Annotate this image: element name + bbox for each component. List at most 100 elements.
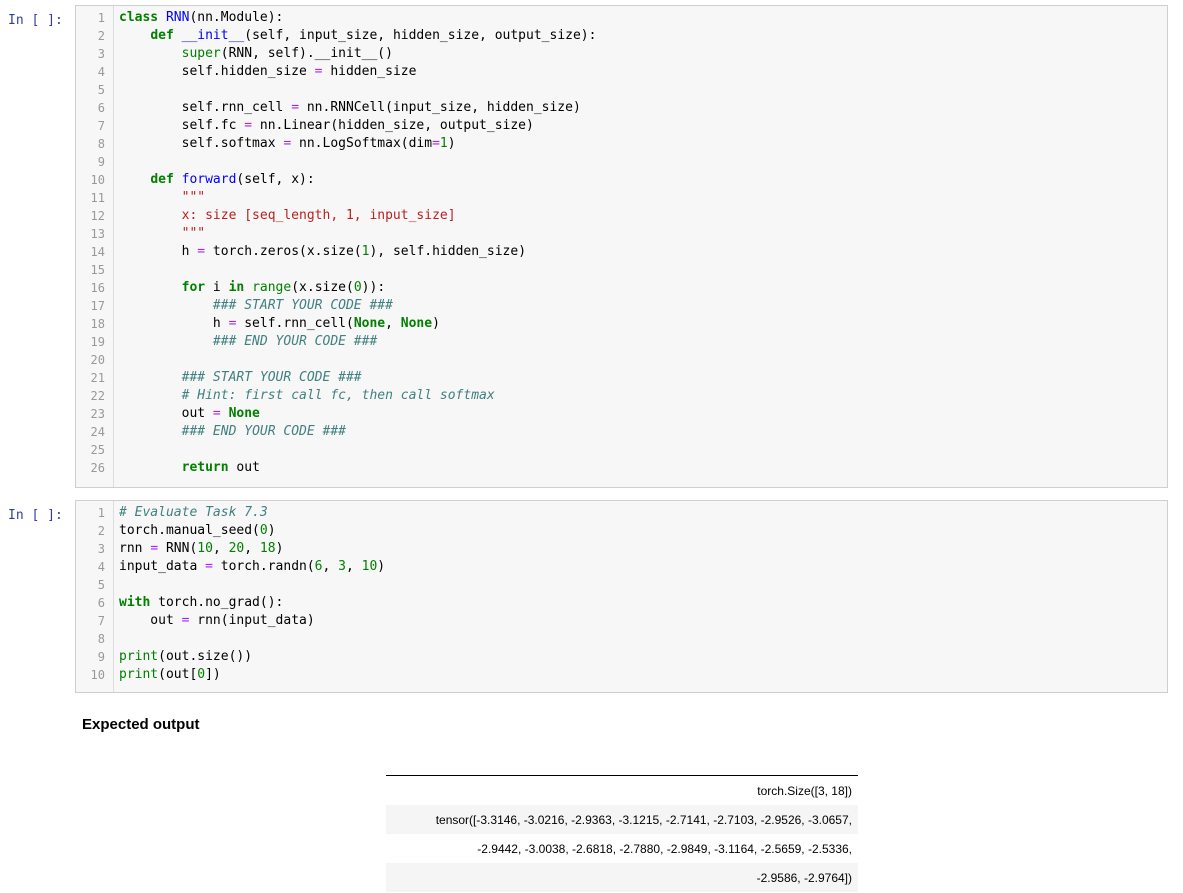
code-line: 6 self.rnn_cell = nn.RNNCell(input_size,… <box>76 99 1167 117</box>
line-number: 21 <box>90 371 105 385</box>
code-line: 3 super(RNN, self).__init__() <box>76 45 1167 63</box>
line-number: 4 <box>97 560 105 574</box>
code-text: class RNN(nn.Module): <box>119 10 284 25</box>
line-number: 18 <box>90 317 105 331</box>
code-text: out = rnn(input_data) <box>119 613 315 628</box>
line-number: 5 <box>97 83 105 97</box>
code-line: 20 <box>76 351 1167 369</box>
code-text: self.softmax = nn.LogSoftmax(dim=1) <box>119 136 456 151</box>
output-row: tensor([-3.3146, -3.0216, -2.9363, -3.12… <box>386 805 858 834</box>
line-number: 10 <box>90 173 105 187</box>
code-line: 26 return out <box>76 459 1167 477</box>
code-line: 14 h = torch.zeros(x.size(1), self.hidde… <box>76 243 1167 261</box>
code-text: ### END YOUR CODE ### <box>212 334 378 349</box>
line-number: 6 <box>97 596 105 610</box>
expected-output-table: torch.Size([3, 18]) tensor([-3.3146, -3.… <box>386 775 858 892</box>
code-editor[interactable]: 1 class RNN(nn.Module): 2 def __init__(sel… <box>75 5 1168 488</box>
code-line: 7 out = rnn(input_data) <box>76 612 1167 630</box>
code-line: 12 x: size [seq_length, 1, input_size] <box>76 207 1167 225</box>
expected-output-heading: Expected output <box>82 716 200 733</box>
code-text: ### START YOUR CODE ### <box>181 370 362 385</box>
code-line: 9 <box>76 153 1167 171</box>
line-number: 12 <box>90 209 105 223</box>
code-text: for i in range(x.size(0)): <box>181 280 386 295</box>
output-cell: -2.9442, -3.0038, -2.6818, -2.7880, -2.9… <box>477 841 852 856</box>
cell-prompt: In [ ]: <box>8 508 63 523</box>
output-cell: tensor([-3.3146, -3.0216, -2.9363, -3.12… <box>386 805 858 834</box>
code-text: """ <box>119 226 206 241</box>
line-number: 20 <box>90 353 105 367</box>
line-number: 5 <box>97 578 105 592</box>
line-number: 8 <box>97 137 105 151</box>
code-text: self.hidden_size = hidden_size <box>119 64 417 79</box>
code-text: ### START YOUR CODE ### <box>212 298 393 313</box>
code-line: 19 ### END YOUR CODE ### <box>76 333 1167 351</box>
code-line: 13 """ <box>76 225 1167 243</box>
output-cell: torch.Size([3, 18]) <box>386 775 858 805</box>
code-line: 8 self.softmax = nn.LogSoftmax(dim=1) <box>76 135 1167 153</box>
code-text: def forward(self, x): <box>150 172 315 187</box>
code-line: 6 with torch.no_grad(): <box>76 594 1167 612</box>
code-line: 4 self.hidden_size = hidden_size <box>76 63 1167 81</box>
code-lines: 1 # Evaluate Task 7.3 2 torch.manual_seed(0… <box>76 504 1167 684</box>
code-line: 21 ### START YOUR CODE ### <box>76 369 1167 387</box>
code-text: self.fc = nn.Linear(hidden_size, output_… <box>119 118 534 133</box>
code-line: 5 <box>76 81 1167 99</box>
line-number: 8 <box>97 632 105 646</box>
code-line: 4 input_data = torch.randn(6, 3, 10) <box>76 558 1167 576</box>
code-text: # Evaluate Task 7.3 <box>119 505 268 520</box>
code-text: return out <box>181 460 260 475</box>
code-line: 17 ### START YOUR CODE ### <box>76 297 1167 315</box>
code-text: with torch.no_grad(): <box>119 595 284 610</box>
code-line: 8 <box>76 630 1167 648</box>
code-text: out = None <box>119 406 260 421</box>
line-number: 19 <box>90 335 105 349</box>
line-number: 22 <box>90 389 105 403</box>
code-text: input_data = torch.randn(6, 3, 10) <box>119 559 386 574</box>
output-row: torch.Size([3, 18]) <box>386 775 858 805</box>
line-number: 10 <box>90 668 105 682</box>
line-number: 3 <box>97 47 105 61</box>
code-text: rnn = RNN(10, 20, 18) <box>119 541 284 556</box>
output-cell: -2.9586, -2.9764]) <box>386 863 858 892</box>
line-number: 24 <box>90 425 105 439</box>
line-number: 17 <box>90 299 105 313</box>
code-line: 9 print(out.size()) <box>76 648 1167 666</box>
code-editor[interactable]: 1 # Evaluate Task 7.3 2 torch.manual_seed(0… <box>75 500 1168 693</box>
code-text: print(out.size()) <box>119 649 253 664</box>
code-line: 5 <box>76 576 1167 594</box>
code-line: 2 torch.manual_seed(0) <box>76 522 1167 540</box>
code-cell-1[interactable]: In [ ]: 1 class RNN(nn.Module): 2 def __in… <box>0 5 1183 488</box>
output-row: -2.9442, -3.0038, -2.6818, -2.7880, -2.9… <box>386 834 858 863</box>
code-line: 25 <box>76 441 1167 459</box>
code-text: h = self.rnn_cell(None, None) <box>119 316 440 331</box>
code-lines: 1 class RNN(nn.Module): 2 def __init__(sel… <box>76 9 1167 477</box>
line-number: 7 <box>97 119 105 133</box>
code-text: x: size [seq_length, 1, input_size] <box>119 208 456 223</box>
code-line: 10 print(out[0]) <box>76 666 1167 684</box>
line-number: 2 <box>97 524 105 538</box>
line-number: 1 <box>97 11 105 25</box>
code-text: print(out[0]) <box>119 667 221 682</box>
output-row: -2.9586, -2.9764]) <box>386 863 858 892</box>
line-number: 26 <box>90 461 105 475</box>
line-number: 9 <box>97 155 105 169</box>
line-number: 6 <box>97 101 105 115</box>
code-cell-2[interactable]: In [ ]: 1 # Evaluate Task 7.3 2 torch.manua… <box>0 500 1183 693</box>
code-line: 7 self.fc = nn.Linear(hidden_size, outpu… <box>76 117 1167 135</box>
line-number: 9 <box>97 650 105 664</box>
code-text: super(RNN, self).__init__() <box>181 46 393 61</box>
code-text: def __init__(self, input_size, hidden_si… <box>150 28 597 43</box>
code-line: 11 """ <box>76 189 1167 207</box>
code-text: h = torch.zeros(x.size(1), self.hidden_s… <box>119 244 527 259</box>
line-number: 3 <box>97 542 105 556</box>
line-number: 16 <box>90 281 105 295</box>
code-line: 1 # Evaluate Task 7.3 <box>76 504 1167 522</box>
code-line: 2 def __init__(self, input_size, hidden_… <box>76 27 1167 45</box>
line-number: 14 <box>90 245 105 259</box>
line-number: 7 <box>97 614 105 628</box>
code-line: 22 # Hint: first call fc, then call soft… <box>76 387 1167 405</box>
line-number: 4 <box>97 65 105 79</box>
line-number: 25 <box>90 443 105 457</box>
code-text: ### END YOUR CODE ### <box>181 424 346 439</box>
